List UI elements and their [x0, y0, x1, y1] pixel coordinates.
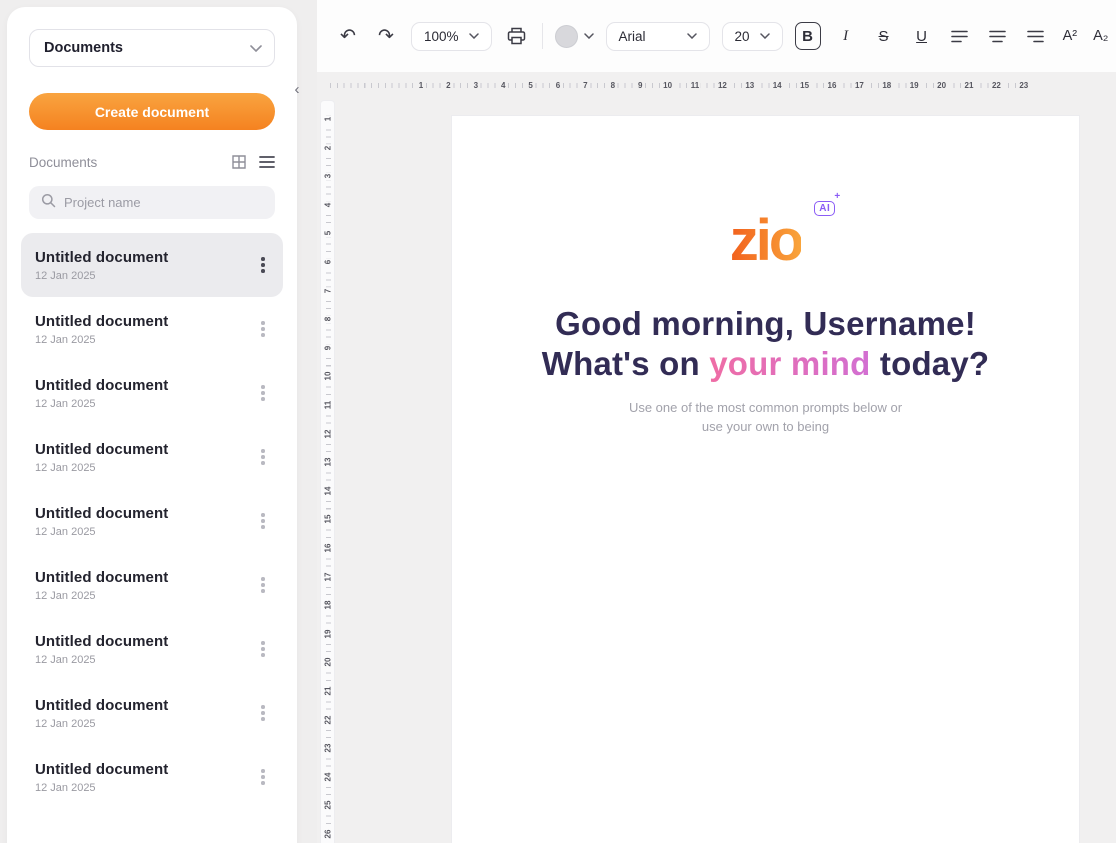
undo-button[interactable]: ↶ — [335, 23, 361, 49]
zoom-value: 100% — [424, 29, 459, 44]
kebab-menu-icon[interactable] — [253, 445, 273, 469]
color-swatch — [555, 25, 578, 48]
prompt-subtext: Use one of the most common prompts below… — [452, 398, 1079, 436]
list-view-icon[interactable] — [259, 155, 275, 169]
greeting-line2: What's on your mind today? — [452, 344, 1079, 384]
document-list-item[interactable]: Untitled document 12 Jan 2025 — [21, 297, 283, 361]
document-title: Untitled document — [35, 505, 253, 522]
redo-button[interactable]: ↷ — [373, 23, 399, 49]
search-box — [29, 186, 275, 219]
document-list-item[interactable]: Untitled document 12 Jan 2025 — [21, 489, 283, 553]
document-date: 12 Jan 2025 — [35, 718, 253, 730]
document-list-item[interactable]: Untitled document 12 Jan 2025 — [21, 553, 283, 617]
superscript-button[interactable]: A² — [1061, 28, 1080, 44]
document-date: 12 Jan 2025 — [35, 590, 253, 602]
document-date: 12 Jan 2025 — [35, 654, 253, 666]
zio-logo: zio AI + — [730, 212, 802, 270]
italic-button[interactable]: I — [833, 22, 859, 50]
chevron-down-icon — [584, 33, 594, 39]
zoom-dropdown[interactable]: 100% — [411, 22, 492, 51]
document-list-item[interactable]: Untitled document 12 Jan 2025 — [21, 361, 283, 425]
documents-selector-label: Documents — [44, 40, 123, 56]
kebab-menu-icon[interactable] — [253, 381, 273, 405]
align-left-icon[interactable] — [947, 23, 973, 49]
kebab-menu-icon[interactable] — [253, 637, 273, 661]
document-title: Untitled document — [35, 313, 253, 330]
search-input[interactable] — [64, 195, 263, 210]
document-list-item[interactable]: Untitled document 12 Jan 2025 — [21, 617, 283, 681]
font-size-dropdown[interactable]: 20 — [722, 22, 783, 51]
sidebar: Documents Create document Documents Unti… — [7, 7, 297, 843]
kebab-menu-icon[interactable] — [253, 765, 273, 789]
strikethrough-button[interactable]: S — [871, 22, 897, 50]
sparkle-icon: + — [834, 191, 840, 202]
ai-badge-icon: AI + — [814, 198, 835, 216]
zio-logo-text: zio — [730, 208, 802, 273]
document-list-item[interactable]: Untitled document 12 Jan 2025 — [21, 745, 283, 809]
greeting-heading: Good morning, Username! What's on your m… — [452, 304, 1079, 384]
document-date: 12 Jan 2025 — [35, 398, 253, 410]
chevron-down-icon — [469, 33, 479, 39]
document-title: Untitled document — [35, 761, 253, 778]
font-size-value: 20 — [735, 29, 750, 44]
document-list-item[interactable]: Untitled document 12 Jan 2025 — [21, 233, 283, 297]
search-icon — [41, 193, 56, 213]
subscript-button[interactable]: A₂ — [1091, 28, 1110, 44]
collapse-sidebar-button[interactable]: ‹ — [289, 80, 305, 100]
document-title: Untitled document — [35, 697, 253, 714]
kebab-menu-icon[interactable] — [253, 573, 273, 597]
highlighted-phrase: your mind — [709, 345, 870, 382]
chevron-down-icon — [687, 33, 697, 39]
kebab-menu-icon[interactable] — [253, 701, 273, 725]
documents-selector[interactable]: Documents — [29, 29, 275, 67]
chevron-down-icon — [250, 45, 260, 51]
document-title: Untitled document — [35, 249, 253, 266]
document-list: Untitled document12 Jan 2025Untitled doc… — [21, 233, 283, 809]
document-title: Untitled document — [35, 441, 253, 458]
kebab-menu-icon[interactable] — [253, 509, 273, 533]
font-family-dropdown[interactable]: Arial — [606, 22, 710, 51]
underline-button[interactable]: U — [909, 22, 935, 50]
font-family-value: Arial — [619, 29, 646, 44]
document-title: Untitled document — [35, 569, 253, 586]
document-date: 12 Jan 2025 — [35, 270, 253, 282]
document-date: 12 Jan 2025 — [35, 526, 253, 538]
greeting-line1: Good morning, Username! — [452, 304, 1079, 344]
align-center-icon[interactable] — [985, 23, 1011, 49]
document-list-item[interactable]: Untitled document 12 Jan 2025 — [21, 425, 283, 489]
grid-view-icon[interactable] — [231, 154, 247, 170]
document-date: 12 Jan 2025 — [35, 462, 253, 474]
document-title: Untitled document — [35, 377, 253, 394]
align-right-icon[interactable] — [1023, 23, 1049, 49]
horizontal-ruler[interactable]: 1234567891011121314151617181920212223 — [330, 79, 1035, 92]
bold-button[interactable]: B — [795, 22, 821, 50]
document-date: 12 Jan 2025 — [35, 782, 253, 794]
kebab-menu-icon[interactable] — [253, 253, 273, 277]
document-date: 12 Jan 2025 — [35, 334, 253, 346]
toolbar: ↶ ↷ 100% Arial 20 — [317, 0, 1116, 72]
vertical-ruler[interactable]: 1234567891011121314151617181920212223242… — [320, 100, 335, 843]
editor-main: ↶ ↷ 100% Arial 20 — [317, 0, 1116, 843]
create-document-button[interactable]: Create document — [29, 93, 275, 130]
document-list-item[interactable]: Untitled document 12 Jan 2025 — [21, 681, 283, 745]
documents-section-label: Documents — [29, 155, 231, 170]
document-title: Untitled document — [35, 633, 253, 650]
text-color-dropdown[interactable] — [555, 25, 594, 48]
print-button[interactable] — [504, 23, 530, 49]
kebab-menu-icon[interactable] — [253, 317, 273, 341]
chevron-down-icon — [760, 33, 770, 39]
document-page[interactable]: zio AI + Good morning, Username! What's … — [451, 115, 1080, 843]
